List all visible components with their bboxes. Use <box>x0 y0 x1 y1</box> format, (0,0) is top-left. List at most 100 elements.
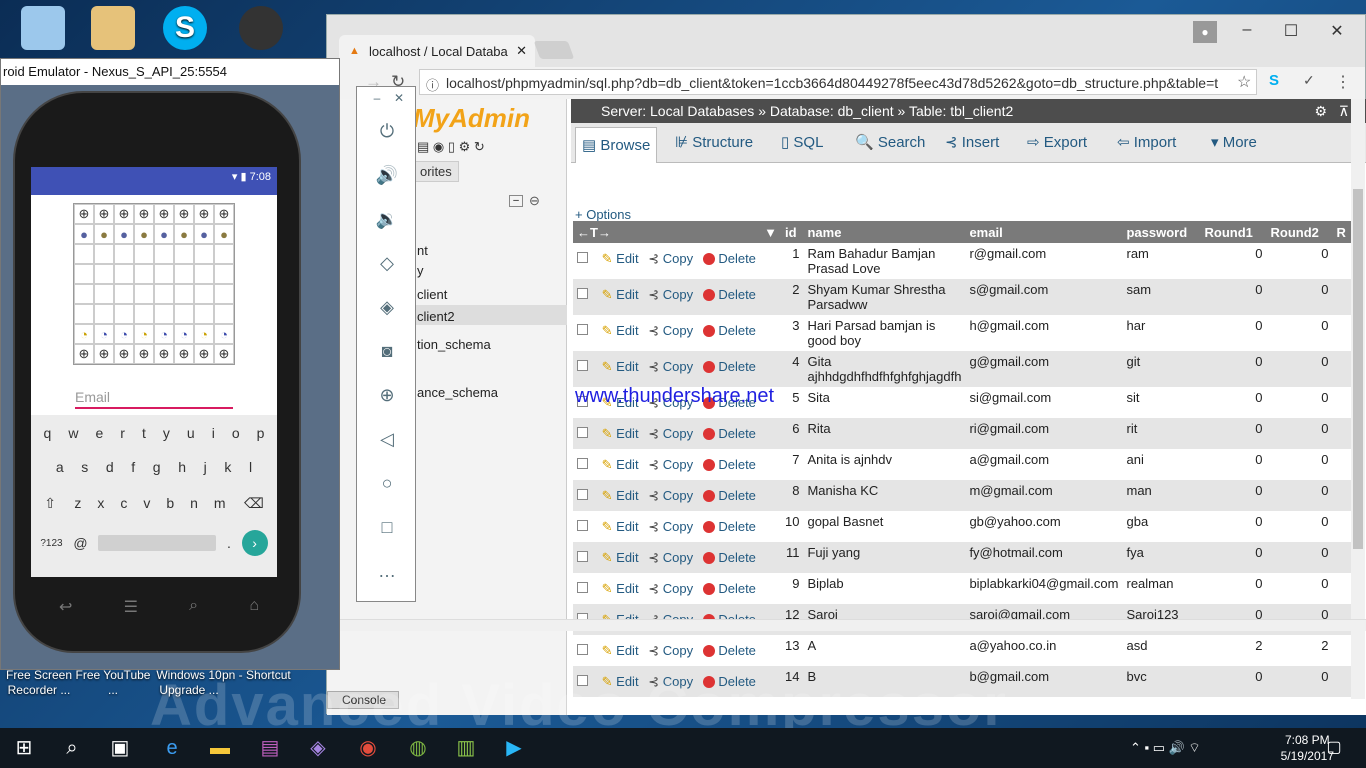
board-cell[interactable]: ● <box>74 224 94 244</box>
cell-password[interactable]: bvc <box>1122 666 1201 697</box>
edit-link[interactable]: ✎ Edit <box>602 581 639 596</box>
more-icon[interactable]: … <box>375 561 399 582</box>
new-tab-button[interactable] <box>533 41 575 59</box>
action-center-icon[interactable]: ▢ <box>1322 736 1346 760</box>
cell-password[interactable]: git <box>1122 351 1201 387</box>
tree-item[interactable]: tion_schema <box>417 337 491 352</box>
desktop-icon-diagram[interactable] <box>74 6 152 53</box>
key-q[interactable]: q <box>44 425 52 441</box>
key-p[interactable]: p <box>257 425 265 441</box>
board-cell[interactable] <box>134 304 154 324</box>
row-checkbox[interactable] <box>577 644 588 655</box>
board-cell[interactable] <box>74 304 94 324</box>
board-cell[interactable]: ◔ <box>134 324 154 344</box>
edit-link[interactable]: ✎ Edit <box>602 457 639 472</box>
board-cell[interactable]: ◔ <box>174 324 194 344</box>
key-a[interactable]: a <box>56 459 64 475</box>
board-cell[interactable] <box>114 304 134 324</box>
cell-password[interactable]: fya <box>1122 542 1201 573</box>
cell-id[interactable]: 3 <box>781 315 804 351</box>
at-key[interactable]: @ <box>73 535 87 551</box>
start-icon[interactable]: ⊞ <box>12 736 36 760</box>
board-cell[interactable]: ⊕ <box>94 344 114 364</box>
cell-password[interactable]: sam <box>1122 279 1201 315</box>
board-cell[interactable]: ⊕ <box>154 204 174 224</box>
bookmark-star-icon[interactable]: ☆ <box>1237 72 1251 92</box>
key-w[interactable]: w <box>68 425 78 441</box>
row-checkbox[interactable] <box>577 520 588 531</box>
edit-link[interactable]: ✎ Edit <box>602 287 639 302</box>
desktop-icon-skype[interactable]: S <box>146 6 224 53</box>
search-icon[interactable]: ⌕ <box>60 736 84 760</box>
board-cell[interactable]: ⊕ <box>174 344 194 364</box>
delete-link[interactable]: Delete <box>702 323 756 338</box>
cell-id[interactable]: 13 <box>781 635 804 666</box>
col-header-name[interactable]: name <box>803 221 966 243</box>
key-m[interactable]: m <box>214 495 226 512</box>
copy-link[interactable]: ⊰ Copy <box>648 251 693 266</box>
cell-name[interactable]: Ram Bahadur Bamjan Prasad Love <box>803 243 966 279</box>
board-cell[interactable] <box>134 264 154 284</box>
cell-round1[interactable]: 0 <box>1200 351 1267 387</box>
android-studio-icon[interactable]: ◍ <box>406 736 430 760</box>
back-icon[interactable]: ◁ <box>375 429 399 450</box>
key-y[interactable]: y <box>163 425 170 441</box>
board-cell[interactable] <box>134 284 154 304</box>
board-cell[interactable]: ● <box>114 224 134 244</box>
overview-icon[interactable]: □ <box>375 517 399 538</box>
cell-round1[interactable]: 0 <box>1200 511 1267 542</box>
delete-link[interactable]: Delete <box>702 359 756 374</box>
key-l[interactable]: l <box>249 459 252 475</box>
board-cell[interactable] <box>74 244 94 264</box>
search-icon[interactable]: ⌕ <box>189 597 198 617</box>
close-icon[interactable]: ✕ <box>387 91 411 105</box>
board-cell[interactable]: ⊕ <box>74 204 94 224</box>
board-cell[interactable] <box>94 284 114 304</box>
back-icon[interactable]: ↩ <box>59 597 72 617</box>
key-n[interactable]: n <box>190 495 198 512</box>
board-cell[interactable]: ● <box>94 224 114 244</box>
go-key[interactable]: › <box>241 530 268 556</box>
delete-link[interactable]: Delete <box>702 457 756 472</box>
board-cell[interactable] <box>114 244 134 264</box>
cell-password[interactable]: gba <box>1122 511 1201 542</box>
cell-name[interactable]: Hari Parsad bamjan is good boy <box>803 315 966 351</box>
key-t[interactable]: t <box>142 425 146 441</box>
col-header-email[interactable]: email <box>965 221 1123 243</box>
row-checkbox[interactable] <box>577 427 588 438</box>
cell-round1[interactable]: 0 <box>1200 315 1267 351</box>
cell-name[interactable]: Rita <box>803 418 966 449</box>
delete-link[interactable]: Delete <box>702 287 756 302</box>
board-cell[interactable] <box>154 244 174 264</box>
vertical-scrollbar[interactable] <box>1351 99 1365 699</box>
key-u[interactable]: u <box>187 425 195 441</box>
zoom-icon[interactable]: ⊕ <box>375 385 399 406</box>
cell-id[interactable]: 5 <box>781 387 804 418</box>
options-link[interactable]: + Options <box>575 207 631 222</box>
system-tray-icons[interactable]: ⌃ ▪ ▭ 🔊 ⌔ <box>1130 736 1240 760</box>
link-icon[interactable]: ⊖ <box>529 193 540 209</box>
cell-round1[interactable]: 2 <box>1200 635 1267 666</box>
row-checkbox[interactable] <box>577 252 588 263</box>
col-header-round1[interactable]: Round1 <box>1200 221 1267 243</box>
cell-password[interactable]: ani <box>1122 449 1201 480</box>
board-cell[interactable] <box>154 284 174 304</box>
tree-item[interactable]: y <box>417 263 424 278</box>
delete-link[interactable]: Delete <box>702 426 756 441</box>
minimize-icon[interactable]: – <box>365 91 389 105</box>
minimize-icon[interactable]: – <box>1235 21 1259 39</box>
copy-link[interactable]: ⊰ Copy <box>648 359 693 374</box>
key-o[interactable]: o <box>232 425 240 441</box>
tab-browse[interactable]: ▤ Browse <box>575 127 658 163</box>
tree-item[interactable]: nt <box>417 243 428 258</box>
cell-round2[interactable]: 0 <box>1266 279 1333 315</box>
tab-search[interactable]: 🔍 Search <box>855 131 925 155</box>
cell-name[interactable]: A <box>803 635 966 666</box>
board-cell[interactable]: ◔ <box>114 324 134 344</box>
file-explorer-icon[interactable]: ▬ <box>208 736 232 760</box>
cell-round1[interactable]: 0 <box>1200 480 1267 511</box>
board-cell[interactable] <box>194 244 214 264</box>
cell-name[interactable]: Sita <box>803 387 966 418</box>
cell-id[interactable]: 9 <box>781 573 804 604</box>
cell-name[interactable]: Gita ajhhdgdhfhdfhfghfghjagdfh <box>803 351 966 387</box>
